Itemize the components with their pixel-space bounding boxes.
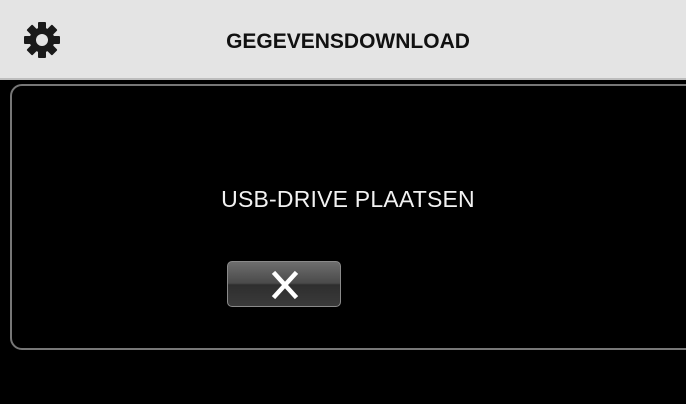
close-icon xyxy=(271,270,299,300)
cancel-button[interactable] xyxy=(227,261,341,307)
screen: GEGEVENSDOWNLOAD USB-DRIVE PLAATSEN xyxy=(0,0,686,404)
dialog-panel xyxy=(10,84,686,350)
page-title: GEGEVENSDOWNLOAD xyxy=(226,30,470,53)
header-bar: GEGEVENSDOWNLOAD xyxy=(0,0,686,80)
dialog-message: USB-DRIVE PLAATSEN xyxy=(221,186,475,212)
